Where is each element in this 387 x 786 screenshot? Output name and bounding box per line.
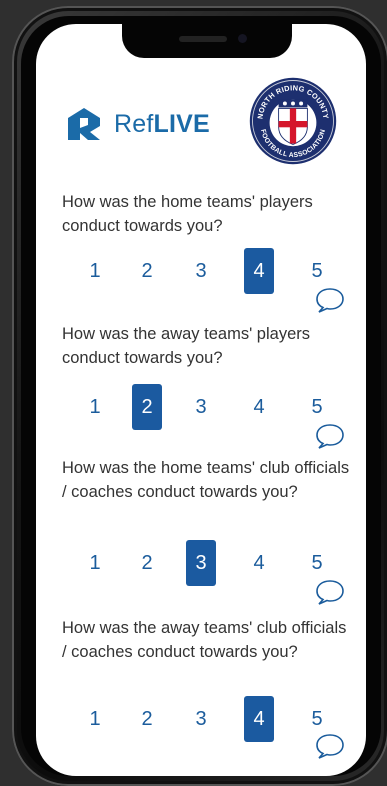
rating-option-1[interactable]: 1 — [80, 540, 110, 586]
brand-suffix: LIVE — [153, 109, 210, 138]
rating-option-1[interactable]: 1 — [80, 384, 110, 430]
app-screen: RefLIVE NORTH RIDING COUNTY FOOTBALL ASS… — [36, 24, 366, 776]
rating-option-2[interactable]: 2 — [132, 696, 162, 742]
refslive-logo: RefLIVE — [66, 104, 210, 144]
speech-bubble-icon[interactable] — [314, 422, 346, 450]
rating-option-2[interactable]: 2 — [132, 248, 162, 294]
rating-option-2[interactable]: 2 — [132, 540, 162, 586]
question-text: How was the home teams' club officials /… — [62, 459, 350, 501]
brand-prefix: Ref — [114, 109, 154, 138]
rating-option-4[interactable]: 4 — [244, 384, 274, 430]
question-text: How was the away teams' players conduct … — [62, 325, 310, 367]
rating-option-3[interactable]: 3 — [186, 384, 216, 430]
front-camera — [238, 34, 247, 43]
rating-option-4[interactable]: 4 — [244, 540, 274, 586]
rating-option-4[interactable]: 4 — [244, 248, 274, 294]
rating-option-1[interactable]: 1 — [80, 696, 110, 742]
rating-option-2[interactable]: 2 — [132, 384, 162, 430]
rating-option-4[interactable]: 4 — [244, 696, 274, 742]
brand-name: RefLIVE — [114, 110, 210, 139]
speaker-grille — [179, 36, 227, 42]
rating-option-3[interactable]: 3 — [186, 540, 216, 586]
speech-bubble-icon[interactable] — [314, 732, 346, 760]
question-text: How was the home teams' players conduct … — [62, 193, 313, 235]
reflive-logo-icon — [68, 108, 100, 140]
rating-option-3[interactable]: 3 — [186, 248, 216, 294]
phone-notch — [122, 24, 292, 58]
fa-crest-icon: NORTH RIDING COUNTY FOOTBALL ASSOCIATION — [249, 77, 337, 165]
speech-bubble-icon[interactable] — [314, 286, 346, 314]
speech-bubble-icon[interactable] — [314, 578, 346, 606]
rating-option-3[interactable]: 3 — [186, 696, 216, 742]
question-text: How was the away teams' club officials /… — [62, 619, 347, 661]
rating-option-1[interactable]: 1 — [80, 248, 110, 294]
